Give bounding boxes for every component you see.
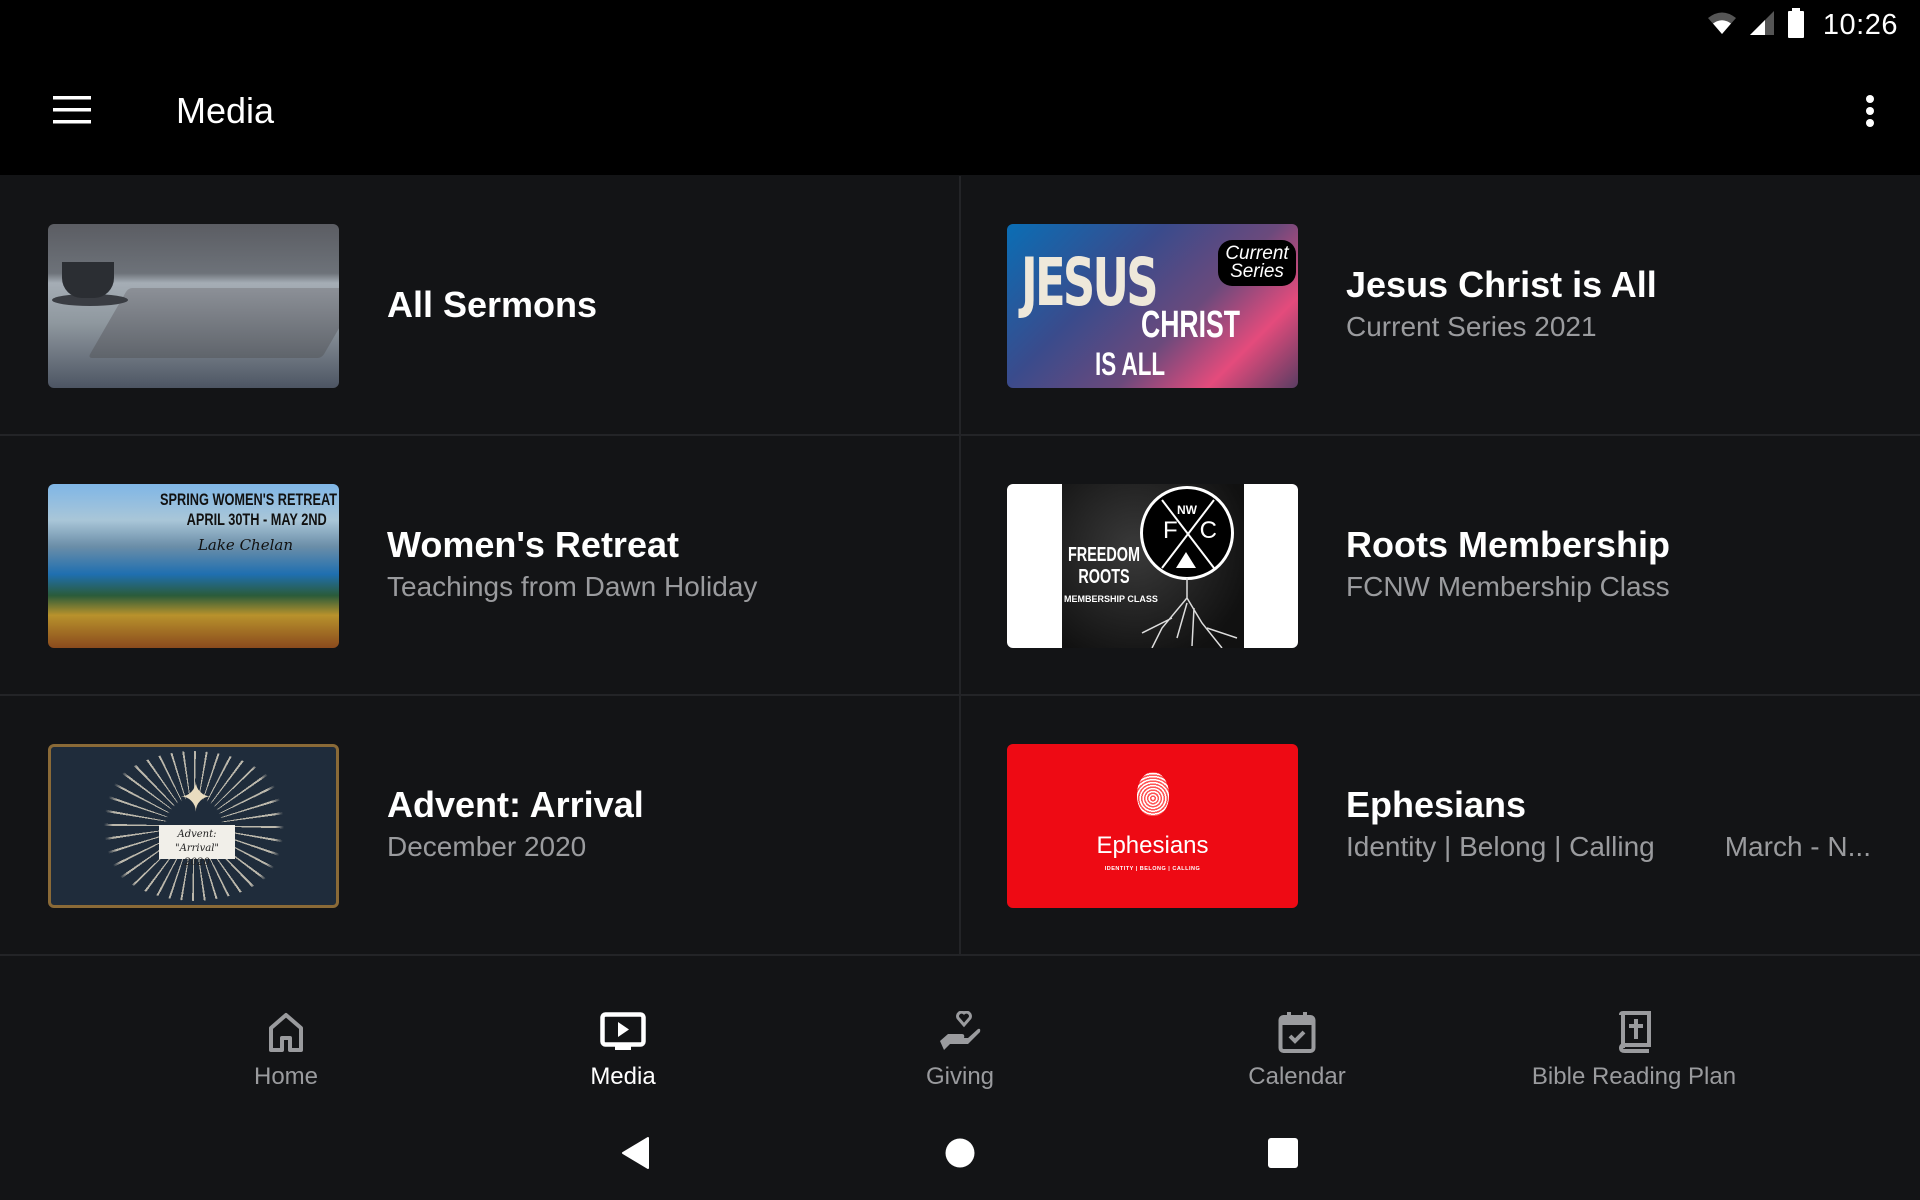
- media-item-all-sermons[interactable]: All Sermons: [0, 176, 961, 436]
- fingerprint-icon: [1137, 772, 1169, 816]
- logo-text: NW: [1177, 503, 1197, 517]
- nav-item-calendar[interactable]: Calendar: [1129, 956, 1466, 1110]
- thumbnail-womens-retreat: SPRING WOMEN'S RETREAT APRIL 30TH - MAY …: [48, 484, 339, 648]
- media-item-date: March - N...: [1724, 831, 1871, 862]
- nav-label: Bible Reading Plan: [1531, 1063, 1737, 1090]
- nav-label: Calendar: [1248, 1063, 1346, 1090]
- logo-text: FC: [1163, 517, 1239, 544]
- thumbnail-text: FREEDOM ROOTS: [1068, 544, 1140, 588]
- media-item-subtitle-row: Identity | Belong | Calling March - N...: [1346, 827, 1871, 867]
- thumbnail-text: IS ALL: [1095, 346, 1166, 382]
- media-item-roots-membership[interactable]: NW FC FREEDOM ROOTS MEMBERSHIP CLASS Roo…: [961, 436, 1920, 696]
- system-recents-button[interactable]: [1253, 1130, 1313, 1180]
- thumbnail-roots-membership: NW FC FREEDOM ROOTS MEMBERSHIP CLASS: [1007, 484, 1298, 648]
- media-item-title: Advent: Arrival: [387, 784, 644, 825]
- thumbnail-text-line: Advent: "Arrival": [175, 829, 219, 854]
- thumbnail-text: IDENTITY | BELONG | CALLING: [1104, 866, 1201, 872]
- nav-item-giving[interactable]: Giving: [792, 956, 1129, 1110]
- thumbnail-text-line: ROOTS: [1078, 566, 1130, 588]
- media-grid: All Sermons JESUS CHRIST IS ALL Current …: [0, 176, 1920, 956]
- hamburger-menu-icon: [53, 95, 91, 129]
- media-item-title: Roots Membership: [1346, 524, 1671, 565]
- menu-button[interactable]: [40, 85, 104, 139]
- star-icon: ✦: [179, 776, 213, 820]
- calendar-check-icon: [1274, 1009, 1320, 1055]
- nav-label: Home: [253, 1063, 319, 1090]
- nav-item-home[interactable]: Home: [118, 956, 455, 1110]
- wifi-icon: [1707, 11, 1737, 40]
- nav-item-bible-reading-plan[interactable]: Bible Reading Plan: [1466, 956, 1803, 1110]
- home-circle-icon: [944, 1137, 976, 1174]
- media-item-title: Ephesians: [1346, 784, 1527, 825]
- thumbnail-text-line: 2020: [184, 857, 210, 868]
- thumbnail-jesus-christ-is-all: JESUS CHRIST IS ALL Current Series: [1007, 224, 1298, 388]
- giving-hand-heart-icon: [937, 1009, 983, 1055]
- recents-square-icon: [1267, 1137, 1299, 1174]
- media-item-jesus-christ-is-all[interactable]: JESUS CHRIST IS ALL Current Series Jesus…: [961, 176, 1920, 436]
- thumbnail-text: APRIL 30TH - MAY 2ND: [186, 510, 327, 529]
- media-item-title: Women's Retreat: [387, 524, 679, 565]
- media-item-ephesians[interactable]: Ephesians IDENTITY | BELONG | CALLING Ep…: [961, 696, 1920, 956]
- media-item-subtitle: Teachings from Dawn Holiday: [387, 571, 758, 602]
- system-navigation-bar: [0, 1110, 1920, 1200]
- thumbnail-label: Advent: "Arrival" 2020: [159, 825, 235, 868]
- bottom-navigation: Home Media Giving Calendar Bible Reading…: [0, 956, 1920, 1110]
- media-item-text: Jesus Christ is All Current Series 2021: [1346, 176, 1657, 434]
- thumbnail-text: JESUS: [1021, 244, 1159, 321]
- home-icon: [263, 1009, 309, 1055]
- fcnw-logo: NW FC: [1140, 486, 1234, 580]
- media-item-subtitle: Current Series 2021: [1346, 311, 1597, 342]
- media-item-text: Ephesians Identity | Belong | Calling Ma…: [1346, 696, 1871, 954]
- media-item-text: Women's Retreat Teachings from Dawn Holi…: [387, 436, 757, 694]
- media-item-text: Roots Membership FCNW Membership Class: [1346, 436, 1670, 694]
- status-time: 10:26: [1822, 8, 1898, 41]
- status-icons: 10:26: [1707, 7, 1898, 43]
- roots-graphic: [1141, 578, 1238, 648]
- system-back-button[interactable]: [605, 1130, 665, 1180]
- app-bar: Media: [0, 50, 1920, 175]
- media-item-text: Advent: Arrival December 2020: [387, 696, 644, 954]
- media-item-text: All Sermons: [387, 176, 597, 434]
- page-title: Media: [176, 90, 275, 131]
- thumbnail-ephesians: Ephesians IDENTITY | BELONG | CALLING: [1007, 744, 1298, 908]
- battery-icon: [1787, 7, 1805, 43]
- current-series-badge: Current Series: [1218, 240, 1296, 286]
- back-icon: [620, 1136, 650, 1175]
- system-home-button[interactable]: [930, 1130, 990, 1180]
- media-item-womens-retreat[interactable]: SPRING WOMEN'S RETREAT APRIL 30TH - MAY …: [0, 436, 961, 696]
- media-item-subtitle: Identity | Belong | Calling: [1346, 831, 1655, 862]
- media-play-icon: [600, 1009, 646, 1055]
- thumbnail-advent-arrival: ✦ Advent: "Arrival" 2020: [48, 744, 339, 908]
- media-item-title: All Sermons: [387, 284, 598, 325]
- thumbnail-inner: NW FC FREEDOM ROOTS MEMBERSHIP CLASS: [1062, 484, 1244, 648]
- media-item-title: Jesus Christ is All: [1346, 264, 1657, 305]
- more-vertical-icon: [1865, 94, 1875, 133]
- thumbnail-text: CHRIST: [1141, 304, 1241, 346]
- nav-item-media[interactable]: Media: [455, 956, 792, 1110]
- thumbnail-all-sermons: [48, 224, 339, 388]
- media-item-subtitle: December 2020: [387, 831, 587, 862]
- thumbnail-text-line: FREEDOM: [1068, 544, 1140, 566]
- bible-icon: [1611, 1009, 1657, 1055]
- cellular-signal-icon: [1749, 10, 1775, 41]
- status-bar: 10:26: [0, 0, 1920, 50]
- media-item-advent-arrival[interactable]: ✦ Advent: "Arrival" 2020 Advent: Arrival…: [0, 696, 961, 956]
- nav-label: Giving: [925, 1063, 995, 1090]
- thumbnail-text: SPRING WOMEN'S RETREAT: [159, 490, 337, 509]
- thumbnail-text: Lake Chelan: [197, 536, 293, 554]
- nav-label: Media: [590, 1063, 656, 1090]
- coffee-cup-image: [62, 262, 114, 298]
- more-options-button[interactable]: [1842, 85, 1898, 141]
- media-item-subtitle: FCNW Membership Class: [1346, 571, 1670, 602]
- thumbnail-text: Ephesians: [1096, 832, 1209, 859]
